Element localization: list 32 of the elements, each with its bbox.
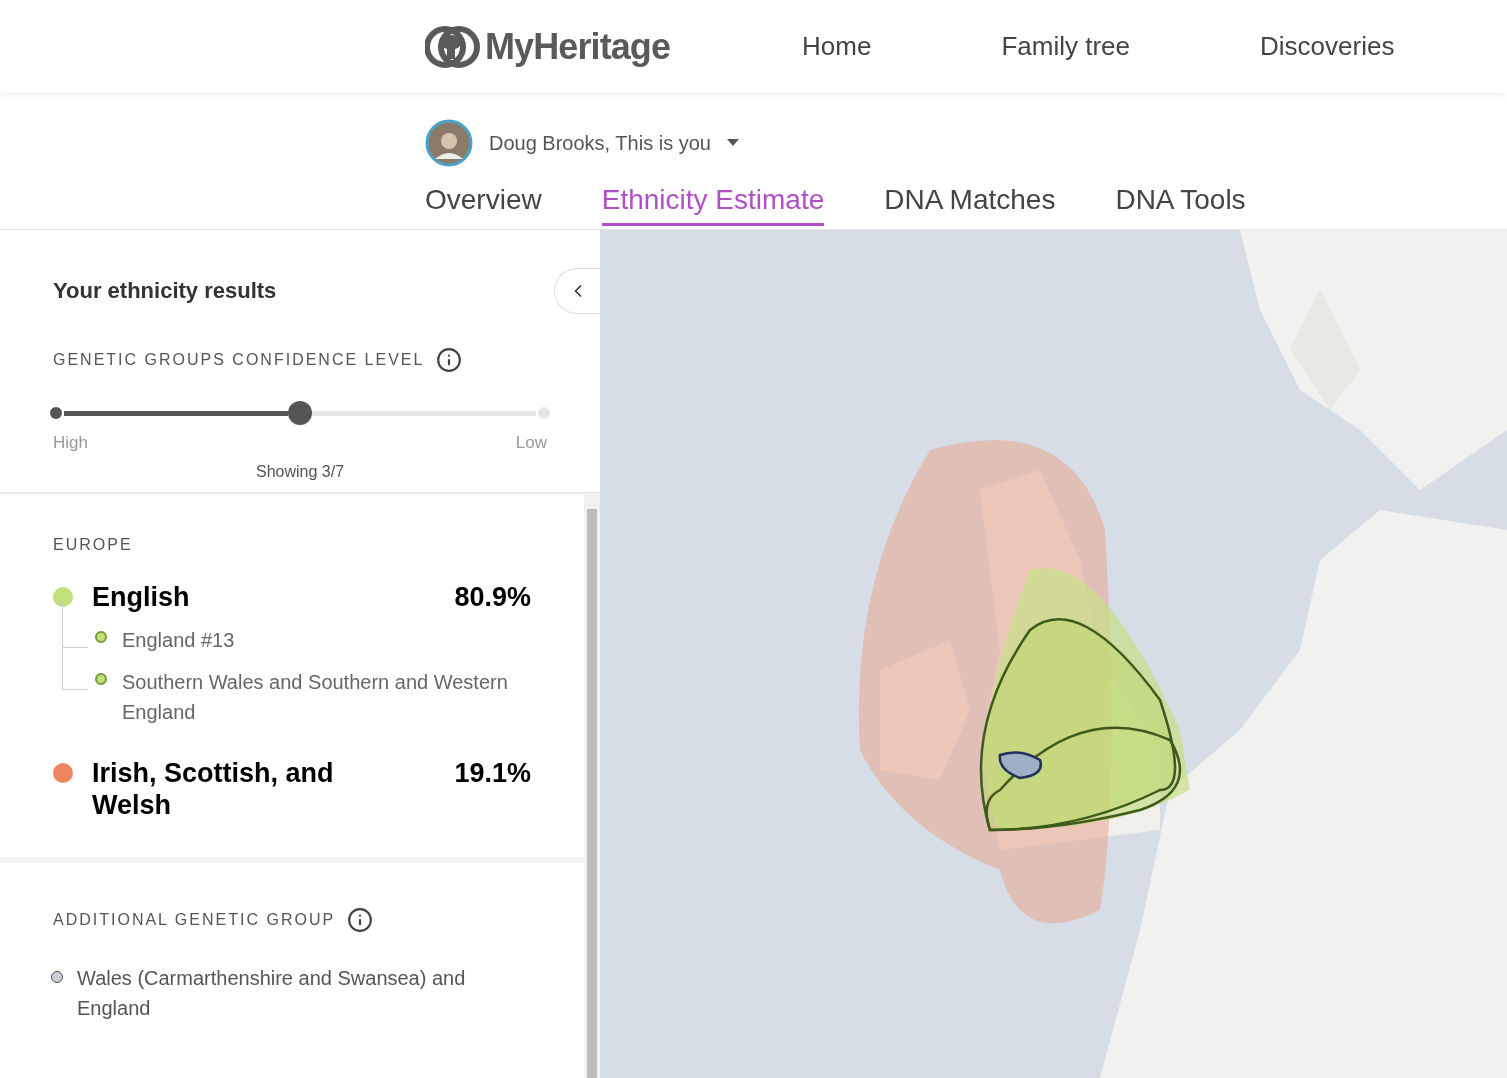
- tab[interactable]: DNA Matches: [884, 179, 1056, 226]
- section-label: GENETIC GROUPS CONFIDENCE LEVEL: [53, 350, 425, 370]
- slider-thumb[interactable]: [288, 401, 312, 425]
- logo-text: MyHeritage: [485, 24, 671, 69]
- tab[interactable]: Overview: [425, 179, 542, 226]
- region-label: EUROPE: [53, 535, 134, 555]
- ethnicity-name: English: [92, 581, 191, 613]
- slider-label: Low: [515, 432, 547, 454]
- logo-icon: [425, 24, 481, 69]
- confidence-slider[interactable]: [50, 401, 550, 425]
- slider-stop: [50, 407, 62, 419]
- nav-link[interactable]: Home: [802, 27, 872, 66]
- avatar-icon: [425, 119, 473, 167]
- panel-title: Your ethnicity results: [53, 277, 278, 305]
- slider-label: High: [53, 432, 88, 454]
- group-name: England #13: [122, 628, 235, 653]
- ethnicity-percent: 80.9%: [454, 581, 531, 613]
- caret-icon: [726, 139, 739, 147]
- nav-link[interactable]: Family tree: [1001, 27, 1130, 66]
- info-icon[interactable]: [347, 907, 374, 933]
- group-name: Wales (Carmarthenshire and Swansea) and England: [77, 966, 467, 1021]
- showing-count: Showing 3/7: [254, 461, 346, 482]
- ethnicity-name: Irish, Scottish, and Welsh: [92, 757, 335, 821]
- tab[interactable]: DNA Tools: [1115, 179, 1246, 226]
- section-label: ADDITIONAL GENETIC GROUP: [53, 910, 336, 930]
- nav-link[interactable]: Discoveries: [1260, 27, 1395, 66]
- group-name: Southern Wales and Southern and Western England: [122, 670, 509, 725]
- tab[interactable]: Ethnicity Estimate: [601, 179, 825, 226]
- profile-selector[interactable]: Doug Brooks, This is you: [425, 119, 739, 167]
- slider-stop: [538, 407, 550, 419]
- ethnicity-percent: 19.1%: [454, 757, 531, 789]
- info-icon[interactable]: [436, 347, 463, 373]
